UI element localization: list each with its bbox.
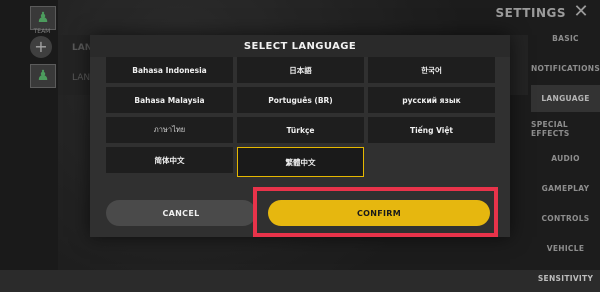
confirm-button[interactable]: CONFIRM	[268, 200, 490, 226]
language-option[interactable]: 한국어	[368, 57, 495, 83]
language-option[interactable]: Bahasa Indonesia	[106, 57, 233, 83]
language-option[interactable]: Tiếng Việt	[368, 117, 495, 143]
language-option[interactable]: 日本語	[237, 57, 364, 83]
cancel-button[interactable]: CANCEL	[106, 200, 256, 226]
dialog-title: SELECT LANGUAGE	[90, 35, 510, 57]
language-option[interactable]: Português (BR)	[237, 87, 364, 113]
language-option-selected[interactable]: 繁體中文	[237, 147, 364, 177]
empty-slot	[368, 147, 495, 173]
language-grid: Bahasa Indonesia 日本語 한국어 Bahasa Malaysia…	[106, 57, 495, 177]
language-option[interactable]: ภาษาไทย	[106, 117, 233, 143]
language-option[interactable]: Bahasa Malaysia	[106, 87, 233, 113]
language-option[interactable]: Türkçe	[237, 117, 364, 143]
language-option[interactable]: русский язык	[368, 87, 495, 113]
language-option[interactable]: 简体中文	[106, 147, 233, 173]
